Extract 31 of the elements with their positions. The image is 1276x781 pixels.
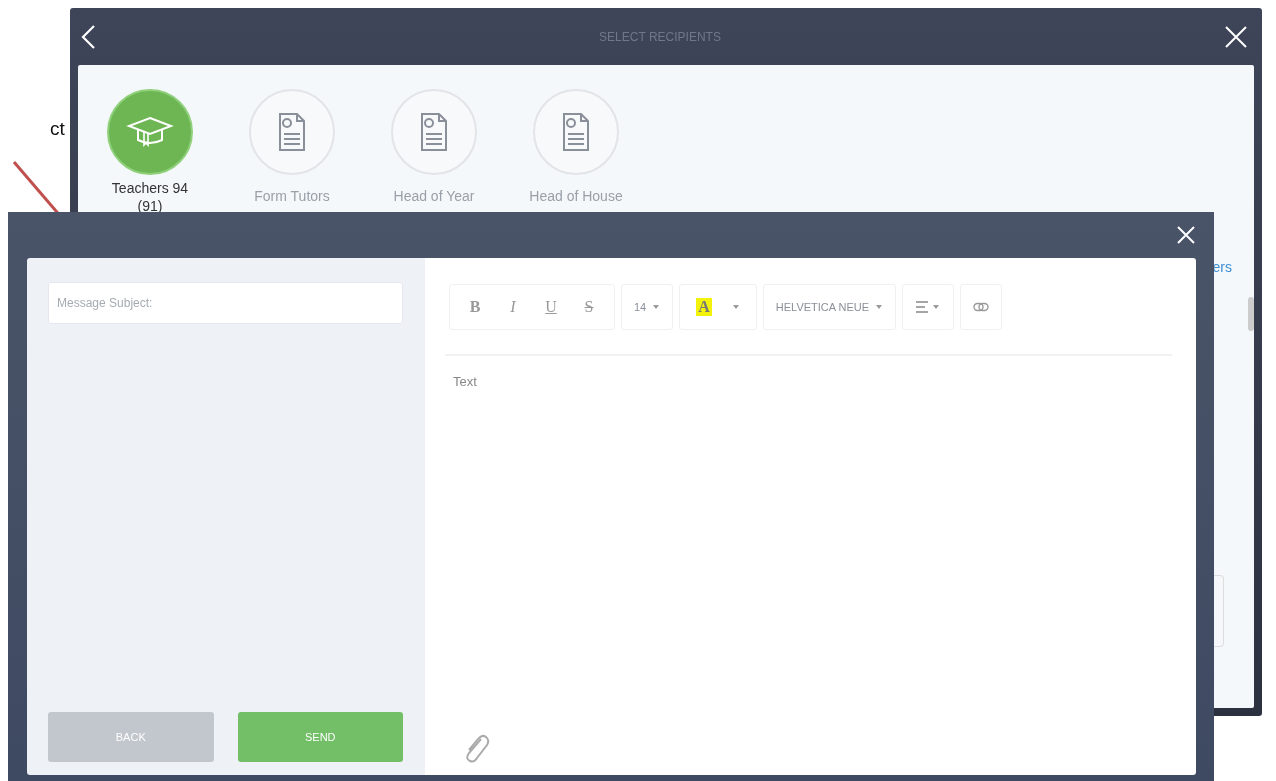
caret-icon	[875, 304, 884, 310]
link-button[interactable]	[960, 284, 1003, 330]
format-button[interactable]: I	[494, 287, 532, 327]
highlight-letter: A	[696, 298, 712, 316]
back-button[interactable]: BACK	[48, 712, 214, 762]
close-icon[interactable]	[1224, 24, 1248, 49]
recipient-group[interactable]: Teachers 94 (91)	[90, 89, 210, 215]
font-family-dropdown[interactable]: HELVETICA NEUE	[762, 284, 897, 330]
document-icon	[419, 112, 449, 152]
scrollbar-thumb[interactable]	[1248, 297, 1254, 331]
recipient-group[interactable]: Head of Year	[374, 89, 494, 215]
format-button[interactable]: U	[532, 287, 570, 327]
close-icon[interactable]	[1176, 225, 1196, 245]
caret-icon	[652, 304, 661, 310]
send-button[interactable]: SEND	[237, 712, 403, 762]
align-dropdown[interactable]	[902, 284, 955, 330]
link-icon	[973, 302, 990, 312]
subject-field[interactable]: Message Subject:	[48, 282, 403, 324]
document-icon	[561, 112, 591, 152]
message-editor[interactable]: B I U S 14 A HELVETICA NEUE Text	[425, 258, 1196, 775]
annotation-text: ct	[50, 118, 65, 140]
highlight-dropdown[interactable]: A	[679, 284, 757, 330]
format-button[interactable]: B	[456, 287, 494, 327]
font-size-dropdown[interactable]: 14	[621, 284, 674, 330]
align-left-icon	[915, 301, 942, 313]
back-icon[interactable]	[80, 23, 96, 50]
format-button[interactable]: S	[570, 287, 608, 327]
recipient-group[interactable]: Head of House	[516, 89, 636, 215]
document-icon	[277, 112, 307, 152]
caret-icon	[731, 304, 740, 310]
recipient-group[interactable]: Form Tutors	[232, 89, 352, 215]
